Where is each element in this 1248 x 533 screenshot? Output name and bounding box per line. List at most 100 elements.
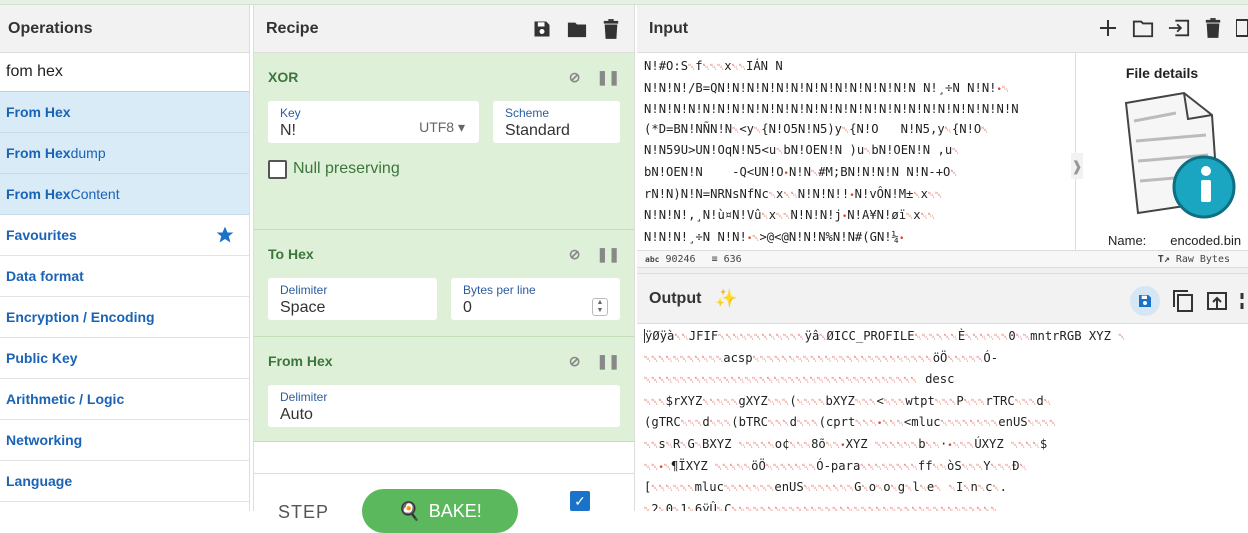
maximize-icon[interactable] bbox=[1240, 290, 1248, 312]
control-char: ␀ bbox=[783, 212, 791, 223]
panel-resize-handle[interactable] bbox=[637, 267, 1248, 274]
control-char: ␀ bbox=[737, 376, 745, 387]
control-char: ␀ bbox=[761, 333, 769, 343]
control-char: ␀ bbox=[775, 333, 783, 343]
disable-icon[interactable]: ⊘ bbox=[569, 353, 581, 370]
pause-icon[interactable]: ❚❚ bbox=[597, 69, 620, 86]
control-char: ␀ bbox=[724, 419, 732, 430]
pause-icon[interactable]: ❚❚ bbox=[597, 353, 620, 370]
step-button[interactable]: STEP bbox=[278, 502, 329, 523]
control-char: ␀ bbox=[788, 354, 796, 365]
xor-key-field[interactable]: Key N! UTF8 ▾ bbox=[268, 101, 479, 143]
save-output-icon[interactable] bbox=[1130, 286, 1160, 316]
control-char: ␀ bbox=[782, 397, 790, 408]
control-char: ␀ bbox=[736, 462, 744, 473]
bytes-per-line-input[interactable]: Bytes per line 0 ▲ ▼ bbox=[451, 278, 620, 320]
control-char: ␀ bbox=[1025, 440, 1033, 451]
control-char: ␀ bbox=[717, 63, 725, 73]
control-char: ␀ bbox=[948, 484, 956, 495]
control-char: ␀ bbox=[695, 419, 703, 430]
trash-icon[interactable] bbox=[1204, 17, 1222, 39]
control-char: ␀ bbox=[910, 376, 918, 387]
open-file-icon[interactable] bbox=[1168, 17, 1190, 39]
xor-scheme-select[interactable]: Scheme Standard bbox=[493, 101, 620, 143]
op-label: From Hex bbox=[6, 145, 71, 161]
control-char: ␀ bbox=[950, 168, 958, 179]
magic-wand-icon[interactable]: ✨ bbox=[715, 288, 737, 309]
recipe-header: Recipe bbox=[254, 5, 634, 53]
control-char: ␀ bbox=[752, 484, 760, 495]
category-data-format[interactable]: Data format bbox=[0, 256, 249, 297]
op-label-rest: dump bbox=[70, 145, 106, 161]
replace-input-icon[interactable] bbox=[1206, 290, 1228, 312]
category-encryption-encoding[interactable]: Encryption / Encoding bbox=[0, 297, 249, 338]
control-char: ␀ bbox=[882, 419, 890, 430]
field-value: Space bbox=[280, 299, 326, 316]
control-char: ␀ bbox=[709, 63, 718, 73]
control-char: ␀ bbox=[809, 462, 817, 473]
copy-icon[interactable] bbox=[1172, 289, 1194, 313]
ingredient-from-hex[interactable]: From Hex ⊘ ❚❚ Delimiter Auto bbox=[254, 337, 634, 442]
disable-icon[interactable]: ⊘ bbox=[569, 246, 581, 263]
category-arithmetic-logic[interactable]: Arithmetic / Logic bbox=[0, 379, 249, 420]
null-preserving-checkbox[interactable] bbox=[268, 159, 287, 179]
category-language[interactable]: Language bbox=[0, 461, 249, 502]
control-char: ␀ bbox=[846, 484, 855, 495]
encoding-dropdown[interactable]: UTF8 ▾ bbox=[419, 119, 465, 136]
collapse-arrow-icon[interactable]: ❱ bbox=[1071, 153, 1083, 179]
bake-button[interactable]: 🍳 BAKE! bbox=[362, 489, 518, 533]
add-icon[interactable] bbox=[1098, 17, 1118, 39]
open-folder-icon[interactable] bbox=[1132, 17, 1154, 39]
operations-search-input[interactable]: fom hex bbox=[0, 53, 249, 92]
layout-icon[interactable] bbox=[1236, 17, 1248, 39]
control-char: ␀ bbox=[795, 354, 804, 365]
output-textarea[interactable]: ÿØÿà␀␀JFIF␀␀␀␀␀␀␀␀␀␀␀␀ÿâ␀ØICC_PROFILE␀␀␀… bbox=[637, 324, 1248, 511]
length-icon: abc bbox=[645, 254, 660, 264]
ingredient-to-hex[interactable]: To Hex ⊘ ❚❚ Delimiter Space Bytes per line… bbox=[254, 230, 634, 337]
control-char: ␀ bbox=[903, 440, 911, 451]
op-from-hexdump[interactable]: From Hex dump bbox=[0, 133, 249, 174]
op-label: From Hex bbox=[6, 104, 71, 120]
ingredient-title: XOR bbox=[268, 69, 299, 85]
control-char: ␀ bbox=[782, 419, 790, 430]
control-char: ␀ bbox=[896, 419, 904, 430]
control-char: ␀ bbox=[935, 190, 943, 201]
control-char: ␀ bbox=[961, 354, 969, 365]
stepper-icon[interactable]: ▲ ▼ bbox=[592, 298, 608, 316]
op-from-hex-content[interactable]: From Hex Content bbox=[0, 174, 249, 215]
control-char: ␀ bbox=[825, 484, 833, 495]
control-char: ␀ bbox=[738, 505, 746, 511]
ingredient-xor[interactable]: XOR ⊘ ❚❚ Key N! UTF8 ▾ Scheme Standard Nul… bbox=[254, 53, 634, 230]
control-char: ␀ bbox=[732, 333, 740, 343]
control-char: ␀ bbox=[852, 376, 861, 387]
control-char: ␀ bbox=[952, 440, 960, 451]
trash-icon[interactable] bbox=[602, 18, 620, 39]
folder-icon[interactable] bbox=[566, 19, 588, 39]
save-icon[interactable] bbox=[532, 19, 552, 39]
control-char: ␀ bbox=[919, 484, 927, 495]
control-char: ␀ bbox=[729, 462, 737, 473]
pause-icon[interactable]: ❚❚ bbox=[597, 246, 620, 263]
input-encoding[interactable]: T↗ Raw Bytes bbox=[1158, 254, 1230, 265]
to-hex-delimiter-select[interactable]: Delimiter Space bbox=[268, 278, 437, 320]
input-line: N!#O:S␀f␀␀␀x␀␀IÁN N bbox=[644, 59, 783, 73]
op-label-rest: Content bbox=[70, 186, 120, 202]
category-public-key[interactable]: Public Key bbox=[0, 338, 249, 379]
input-textarea[interactable]: N!#O:S␀f␀␀␀x␀␀IÁN N N!N!N!/B=QN!N!N!N!N!N… bbox=[637, 53, 1075, 250]
auto-bake-checkbox[interactable]: ✓ bbox=[570, 491, 590, 511]
control-char: ␀ bbox=[658, 354, 666, 365]
null-preserving-toggle[interactable]: Null preserving bbox=[268, 143, 620, 195]
operations-panel: Operations fom hex From Hex From Hex dump… bbox=[0, 5, 250, 511]
control-char: ␀ bbox=[752, 233, 760, 244]
control-char: ␀ bbox=[882, 505, 890, 511]
control-char: ␀ bbox=[934, 397, 942, 408]
control-char: ␀ bbox=[881, 462, 890, 473]
op-from-hex[interactable]: From Hex bbox=[0, 92, 249, 133]
control-char: ␀ bbox=[767, 484, 775, 495]
control-char: ␀ bbox=[731, 397, 739, 408]
control-char: ␀ bbox=[801, 462, 810, 473]
disable-icon[interactable]: ⊘ bbox=[569, 69, 581, 86]
category-favourites[interactable]: Favourites bbox=[0, 215, 249, 256]
category-networking[interactable]: Networking bbox=[0, 420, 249, 461]
from-hex-delimiter-select[interactable]: Delimiter Auto bbox=[268, 385, 620, 427]
